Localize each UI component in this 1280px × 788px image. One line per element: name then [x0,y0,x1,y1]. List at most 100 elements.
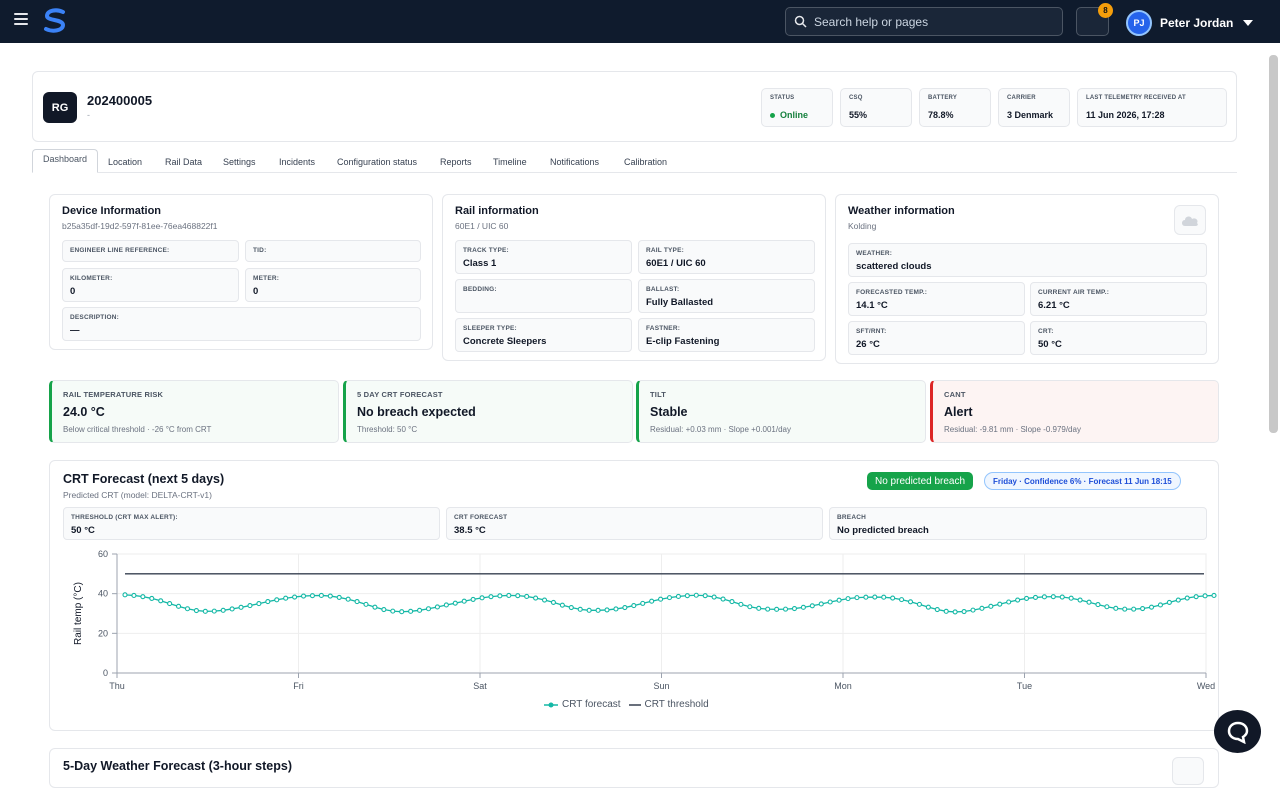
tab-reports[interactable]: Reports [440,157,472,167]
legend-swatch [628,703,641,706]
crt-forecast-point [131,592,137,599]
card-title: Device Information [62,205,162,217]
legend-item-crt-forecast[interactable]: CRT forecast [544,699,621,710]
crt-forecast-point [452,600,458,606]
crt-forecast-card: CRT Forecast (next 5 days) Predicted CRT… [49,460,1219,731]
meter-field: METER: 0 [245,268,421,302]
crt-forecast-point [1050,594,1056,600]
crt-forecast-point [872,594,878,600]
tilt-card: TILT Stable Residual: +0.03 mm · Slope +0.… [636,380,926,443]
crt-forecast-point [782,606,789,612]
crt-forecast-point [1032,594,1039,600]
crt-forecast-point [836,597,842,603]
rail-information-card: Rail information 60E1 / UIC 60 TRACK TYP… [442,194,826,361]
forecasted-temp-field: FORECASTED TEMP.: 14.1 °C [848,282,1025,316]
search-input[interactable] [814,14,1044,29]
tab-configuration-status[interactable]: Configuration status [337,157,417,167]
legend-swatch [544,702,558,707]
crt-forecast-point [934,606,940,613]
crt-forecast-chart[interactable]: 0 20 40 60 Thu Fri Sat Sun Mon Tue Wed Rail temp (°… [50,461,1218,730]
crt-forecast-point [577,606,583,612]
crt-forecast-point [550,599,557,605]
notifications-button[interactable]: 8 [1076,3,1113,36]
tab-location[interactable]: Location [108,157,142,167]
crt-forecast-point [390,608,396,614]
y-tick-label: 20 [98,628,108,638]
crt-forecast-point [684,593,690,599]
tid-field: TID: [245,240,421,262]
tab-rail-data[interactable]: Rail Data [165,157,202,167]
crt-forecast-point [533,595,539,601]
crt-forecast-point [800,604,806,610]
crt-forecast-point [729,599,735,605]
crt-forecast-point [1211,592,1217,599]
chat-support-button[interactable] [1214,710,1261,753]
crt-forecast-point [595,607,601,613]
crt-forecast-point [470,596,476,602]
page-scrollbar[interactable] [1269,55,1278,433]
crt-forecast-point [461,598,467,604]
crt-forecast-point [916,601,922,607]
crt-forecast-point [265,599,271,605]
crt-forecast-point [506,592,512,599]
crt-forecast-point [1041,594,1047,600]
crt-forecast-point [327,593,333,599]
user-menu[interactable]: PJ Peter Jordan [1126,10,1254,36]
crt-forecast-point [1015,597,1021,603]
crt-forecast-point [140,594,146,600]
crt-forecast-point [318,592,324,599]
crt-forecast-point [666,595,673,601]
crt-forecast-point [497,593,503,599]
crt-forecast-point [1095,602,1101,608]
rail-profile: 60E1 / UIC 60 [455,221,509,231]
tab-timeline[interactable]: Timeline [493,157,527,167]
crt-forecast-point [309,593,316,599]
crt-forecast-point [1157,602,1163,608]
user-name: Peter Jordan [1160,16,1234,30]
tab-calibration[interactable]: Calibration [624,157,667,167]
menu-icon[interactable] [14,13,28,25]
crt-forecast-point [747,604,753,610]
chat-bubble-icon [1227,721,1248,744]
tab-settings[interactable]: Settings [223,157,256,167]
status-value: Online [780,110,809,120]
cloud-icon [1174,205,1206,235]
crt-forecast-point [1148,604,1155,610]
crt-forecast-point [943,608,949,614]
notification-count-badge: 8 [1098,3,1113,18]
crt-forecast-point [122,592,128,598]
legend-item-crt-threshold[interactable]: CRT threshold [628,699,709,710]
brand-logo[interactable] [43,8,67,34]
crt-forecast-point [818,601,824,607]
crt-forecast-point [711,594,717,600]
description-field: DESCRIPTION: — [62,307,421,341]
tab-dashboard[interactable]: Dashboard [32,149,99,173]
online-dot-icon [770,113,775,119]
x-tick-label: Tue [1017,681,1032,691]
weather-forecast-icon [1172,757,1204,785]
fastner-field: FASTNER: E-clip Fastening [638,318,815,352]
crt-forecast-point [970,607,976,613]
battery-stat: BATTERY 78.8% [919,88,991,127]
crt-forecast-point [907,599,914,605]
crt-forecast-point [158,598,164,604]
crt-forecast-point [479,595,485,601]
crt-forecast-point [1184,595,1190,601]
crt-forecast-point [765,606,771,612]
crt-forecast-point [300,593,307,599]
crt-forecast-point [1193,594,1199,600]
crt-forecast-point [220,607,226,613]
device-header: RG 202400005 - STATUS Online CSQ 55% BATT… [32,71,1237,142]
crt-forecast-point [756,605,762,611]
crt-forecast-point [1068,595,1074,601]
crt-forecast-point [515,593,521,599]
crt-forecast-point [1006,599,1012,605]
crt-forecast-point [1140,605,1146,612]
chevron-down-icon [1243,20,1254,26]
tab-incidents[interactable]: Incidents [279,157,315,167]
crt-forecast-point [425,606,432,612]
crt-forecast-point [809,603,815,609]
crt-forecast-point [345,596,351,602]
tab-notifications[interactable]: Notifications [550,157,599,167]
search-bar[interactable] [785,7,1063,36]
